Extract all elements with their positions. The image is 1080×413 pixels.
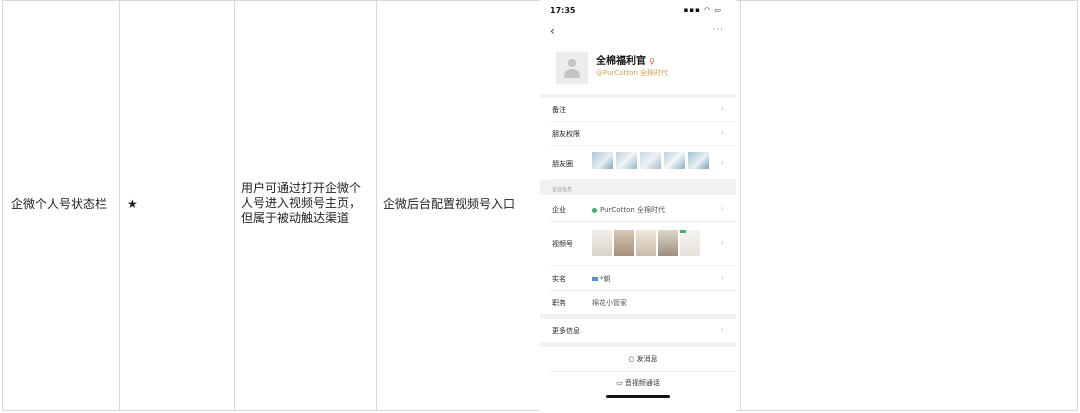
remark-label: 备注 xyxy=(552,106,566,114)
video-call-button[interactable]: ▭ 音视频通话 xyxy=(540,373,736,395)
channels-video-thumb xyxy=(592,230,612,256)
chevron-right-icon: › xyxy=(720,158,724,167)
enterprise-status-icon xyxy=(592,207,597,213)
female-icon: ♀ xyxy=(649,57,655,66)
row-job: 职务 棉花小管家 xyxy=(550,290,736,315)
feature-name: 企微个人号状态栏 xyxy=(11,197,108,211)
chevron-right-icon: › xyxy=(720,104,724,113)
chevron-right-icon: › xyxy=(720,238,724,247)
description: 用户可通过打开企微个 人号进入视频号主页， 但属于被动触达渠道 xyxy=(241,181,361,226)
row-channels[interactable]: 视频号 › xyxy=(550,221,736,266)
status-indicators-icon: ▪▪▪ ◠ ▭ xyxy=(683,6,722,14)
row-enterprise[interactable]: 企业 PurCotton 全棉时代 › xyxy=(550,197,736,222)
more-icon[interactable]: ··· xyxy=(712,25,724,35)
live-badge-icon xyxy=(680,230,686,233)
send-message-button[interactable]: ○ 发消息 xyxy=(550,349,736,372)
description-line-3: 但属于被动触达渠道 xyxy=(241,211,350,225)
channels-video-thumb xyxy=(614,230,634,256)
rating-star: ★ xyxy=(127,197,138,211)
moments-label: 朋友圈 xyxy=(552,160,573,168)
enterprise-value: PurCotton 全棉时代 xyxy=(592,205,665,215)
enterprise-name: PurCotton 全棉时代 xyxy=(600,206,666,214)
section-title: 企业信息 xyxy=(552,187,573,193)
row-realname[interactable]: 实名 *朝 › xyxy=(550,266,736,291)
row-remark[interactable]: 备注 › xyxy=(550,97,736,122)
chevron-right-icon: › xyxy=(720,204,724,213)
moments-photo xyxy=(616,152,637,169)
description-line-1: 用户可通过打开企微个 xyxy=(241,181,362,195)
row-friend-permission[interactable]: 朋友权限 › xyxy=(550,121,736,146)
channels-label: 视频号 xyxy=(552,240,573,248)
config-text: 企微后台配置视频号入口 xyxy=(383,197,516,211)
id-card-icon xyxy=(592,277,598,281)
divider xyxy=(540,342,736,347)
moments-photo xyxy=(592,152,613,169)
channels-video-thumb xyxy=(636,230,656,256)
chevron-right-icon: › xyxy=(720,128,724,137)
avatar[interactable] xyxy=(556,52,588,84)
row-more-info[interactable]: 更多信息 › xyxy=(550,318,736,343)
company-alias: @PurCotton 全棉时代 xyxy=(596,69,669,77)
status-bar: 17:35 ▪▪▪ ◠ ▭ xyxy=(540,0,736,22)
nav-bar: ‹ ··· xyxy=(540,22,736,42)
home-indicator xyxy=(606,395,670,398)
status-time: 17:35 xyxy=(550,6,576,15)
description-line-2: 人号进入视频号主页， xyxy=(241,196,362,210)
channels-video-thumb xyxy=(658,230,678,256)
row-moments[interactable]: 朋友圈 › xyxy=(550,145,736,180)
profile-header: 全棉福利官 ♀ @PurCotton 全棉时代 xyxy=(540,42,736,94)
profile-name: 全棉福利官 xyxy=(596,56,646,67)
phone-screenshot: 17:35 ▪▪▪ ◠ ▭ ‹ ··· 全棉福利官 ♀ @PurCotton 全棉… xyxy=(540,0,736,411)
chevron-right-icon: › xyxy=(720,325,724,334)
realname-value: *朝 xyxy=(592,274,611,284)
friend-permission-label: 朋友权限 xyxy=(552,130,580,138)
more-info-label: 更多信息 xyxy=(552,327,580,335)
moments-photo xyxy=(688,152,709,169)
moments-photo xyxy=(640,152,661,169)
job-label: 职务 xyxy=(552,299,566,307)
back-icon[interactable]: ‹ xyxy=(550,24,555,38)
realname-label: 实名 xyxy=(552,275,566,283)
enterprise-label: 企业 xyxy=(552,206,566,214)
chevron-right-icon: › xyxy=(720,273,724,282)
moments-photo xyxy=(664,152,685,169)
channels-video-thumb xyxy=(680,230,700,256)
job-value: 棉花小管家 xyxy=(592,299,627,307)
